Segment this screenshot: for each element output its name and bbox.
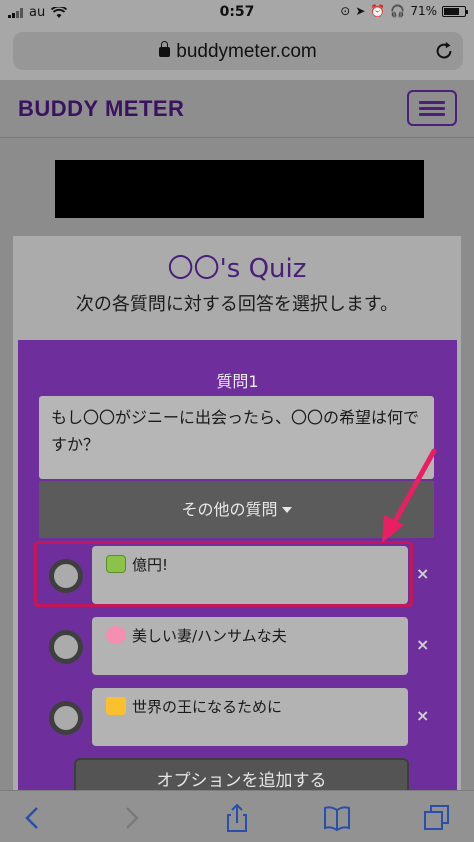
reload-icon[interactable] bbox=[433, 40, 455, 62]
caret-down-icon bbox=[281, 507, 292, 513]
crown-emoji-icon bbox=[106, 697, 126, 715]
bookmarks-icon[interactable] bbox=[322, 803, 352, 833]
money-emoji-icon bbox=[106, 555, 126, 573]
quiz-title: 〇〇's Quiz bbox=[167, 254, 307, 284]
battery-percent: 71% bbox=[410, 4, 437, 18]
question-label: 質問1 bbox=[216, 372, 259, 391]
option-text-field[interactable]: 美しい妻/ハンサムな夫 bbox=[92, 617, 408, 675]
option-label: 世界の王になるために bbox=[132, 698, 283, 716]
menu-button[interactable] bbox=[407, 90, 457, 126]
tabs-icon[interactable] bbox=[422, 803, 452, 833]
option-text-field[interactable]: 億円! bbox=[92, 546, 408, 604]
status-bar: au 0:57 ⊙ ➤ ⏰ 🎧 71% bbox=[0, 0, 474, 26]
ad-banner bbox=[55, 160, 424, 218]
browser-toolbar bbox=[0, 790, 474, 842]
rotation-lock-icon: ⊙ bbox=[340, 4, 351, 18]
address-bar[interactable]: buddymeter.com bbox=[13, 32, 463, 70]
remove-option-icon[interactable]: × bbox=[416, 564, 429, 583]
browser-address-area: buddymeter.com bbox=[0, 26, 474, 80]
option-label: 美しい妻/ハンサムな夫 bbox=[132, 627, 287, 645]
headphones-icon: 🎧 bbox=[390, 4, 406, 18]
back-icon[interactable] bbox=[18, 803, 48, 833]
more-questions-label: その他の質問 bbox=[181, 500, 278, 519]
question-panel: 質問1 もし〇〇がジニーに出会ったら、〇〇の希望は何ですか？ その他の質問 億円… bbox=[18, 340, 457, 804]
answer-option: 美しい妻/ハンサムな夫 × bbox=[39, 617, 434, 679]
site-logo[interactable]: BUDDY METER bbox=[18, 96, 184, 122]
remove-option-icon[interactable]: × bbox=[416, 706, 429, 725]
option-text-field[interactable]: 世界の王になるために bbox=[92, 688, 408, 746]
lock-icon bbox=[159, 41, 171, 57]
option-label: 億円! bbox=[132, 556, 169, 574]
forward-icon[interactable] bbox=[116, 803, 146, 833]
site-header: BUDDY METER bbox=[0, 80, 474, 138]
share-icon[interactable] bbox=[222, 803, 252, 833]
quiz-subtitle: 次の各質問に対する回答を選択します。 bbox=[75, 294, 399, 315]
hamburger-icon bbox=[419, 101, 445, 104]
answer-option: 世界の王になるために × bbox=[39, 688, 434, 750]
answer-option: 億円! × bbox=[34, 541, 434, 608]
couple-emoji-icon bbox=[106, 626, 126, 644]
location-icon: ➤ bbox=[355, 4, 366, 18]
url-text: buddymeter.com bbox=[176, 41, 317, 62]
option-radio[interactable] bbox=[49, 701, 83, 735]
alarm-icon: ⏰ bbox=[370, 4, 386, 18]
option-radio[interactable] bbox=[49, 559, 83, 593]
annotation-arrow bbox=[382, 448, 437, 543]
option-radio[interactable] bbox=[49, 630, 83, 664]
remove-option-icon[interactable]: × bbox=[416, 635, 429, 654]
battery-icon bbox=[442, 5, 468, 17]
